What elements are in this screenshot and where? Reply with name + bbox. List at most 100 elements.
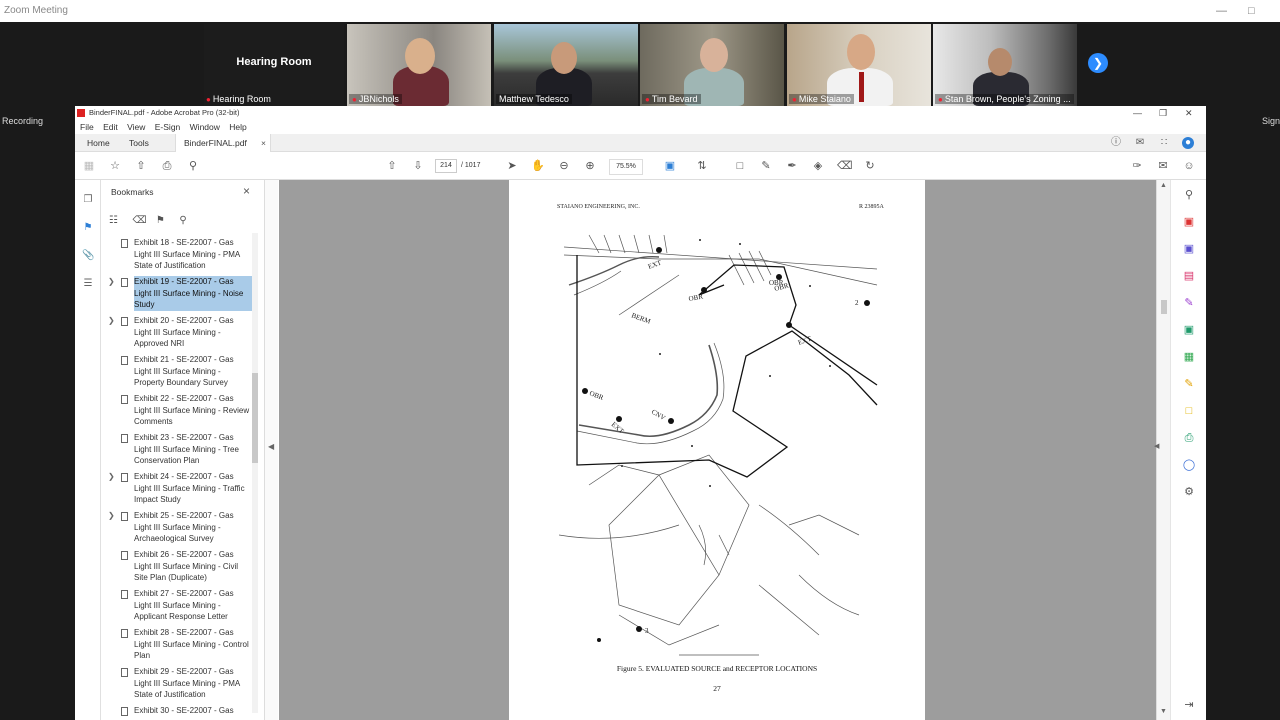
page-thumbnails-icon[interactable]: ❐ (82, 194, 94, 206)
delete-icon[interactable]: ⌫ (132, 215, 146, 226)
comment-icon[interactable]: □ (733, 159, 747, 173)
combine-files-icon[interactable]: ▣ (1182, 323, 1196, 337)
bookmark-item[interactable]: Exhibit 21 - SE-22007 - Gas Light III Su… (101, 354, 256, 393)
close-icon[interactable]: × (243, 184, 250, 198)
chevron-right-icon[interactable]: ❯ (108, 316, 115, 325)
select-cursor-icon[interactable]: ➤ (505, 159, 519, 173)
find-bookmark-icon[interactable]: ⚲ (179, 215, 193, 226)
close-tab-icon[interactable]: × (261, 134, 266, 152)
next-page-icon[interactable]: ⇩ (411, 159, 425, 173)
next-participants-button[interactable]: ❯ (1088, 53, 1108, 73)
bookmark-item[interactable]: Exhibit 28 - SE-22007 - Gas Light III Su… (101, 627, 256, 666)
scrollbar-thumb[interactable] (1161, 300, 1167, 314)
menu-help[interactable]: Help (229, 122, 246, 132)
bookmark-item[interactable]: ❯ Exhibit 19 - SE-22007 - Gas Light III S… (101, 276, 256, 315)
fit-page-icon[interactable]: ▣ (663, 159, 677, 173)
scrollbar-thumb[interactable] (252, 373, 258, 463)
collapse-arrow-icon[interactable]: ◀ (268, 442, 274, 451)
hearing-room-tile[interactable]: Hearing Room ● Hearing Room (204, 24, 344, 106)
scroll-up-icon[interactable]: ▲ (1160, 182, 1167, 189)
video-tile[interactable]: ● Tim Bevard (640, 24, 784, 106)
zoom-tool-icon[interactable]: ⚲ (1182, 188, 1196, 202)
bookmark-item[interactable]: ❯ Exhibit 24 - SE-22007 - Gas Light III S… (101, 471, 256, 510)
document-scrollbar[interactable]: ▲ ◀ ▼ (1154, 180, 1170, 720)
tab-tools[interactable]: Tools (121, 134, 157, 152)
comment-tool-icon[interactable]: □ (1182, 404, 1196, 418)
scan-ocr-icon[interactable]: ⎙ (1182, 431, 1196, 445)
highlight-pen-icon[interactable]: ✎ (759, 159, 773, 173)
menu-edit[interactable]: Edit (103, 122, 118, 132)
delete-icon[interactable]: ⌫ (837, 159, 853, 173)
document-viewer[interactable]: STAIANO ENGINEERING, INC. R 23895A EXT O… (279, 180, 1156, 720)
mail-icon[interactable]: ✉ (1156, 159, 1170, 173)
participant-name: Mike Staiano (798, 94, 851, 104)
close-icon[interactable]: ✕ (1185, 106, 1193, 120)
layers-icon[interactable]: ☰ (82, 278, 94, 290)
bookmark-item[interactable]: Exhibit 18 - SE-22007 - Gas Light III Su… (101, 237, 256, 276)
request-signature-icon[interactable]: ✎ (1182, 377, 1196, 391)
hand-tool-icon[interactable]: ✋ (531, 159, 545, 173)
video-tile[interactable]: ● JBNichols (347, 24, 491, 106)
video-tile[interactable]: ● Mike Staiano (787, 24, 931, 106)
menu-file[interactable]: File (80, 122, 94, 132)
zoom-in-icon[interactable]: ⊕ (583, 159, 597, 173)
menu-window[interactable]: Window (190, 122, 220, 132)
zoom-level-select[interactable]: 75.5% (609, 159, 643, 175)
collapse-rail-icon[interactable]: ⇥ (1182, 698, 1196, 712)
scroll-mode-icon[interactable]: ⇅ (695, 159, 709, 173)
expand-pane-icon[interactable]: ◀ (1154, 442, 1159, 450)
options-menu-icon[interactable]: ☷ (109, 215, 123, 226)
new-bookmark-icon[interactable]: ⚑ (156, 215, 170, 226)
share-user-icon[interactable]: ☺ (1182, 159, 1196, 173)
help-icon[interactable]: ⓘ (1110, 137, 1122, 149)
save-icon[interactable]: ▦ (82, 159, 96, 173)
bookmark-item[interactable]: Exhibit 22 - SE-22007 - Gas Light III Su… (101, 393, 256, 432)
bookmark-item[interactable]: Exhibit 29 - SE-22007 - Gas Light III Su… (101, 666, 256, 705)
menu-esign[interactable]: E-Sign (155, 122, 181, 132)
prev-page-icon[interactable]: ⇧ (385, 159, 399, 173)
bookmark-item[interactable]: Exhibit 30 - SE-22007 - Gas (101, 705, 256, 720)
print-icon[interactable]: ⎙ (160, 159, 174, 173)
chevron-right-icon[interactable]: ❯ (108, 472, 115, 481)
panel-splitter[interactable]: ◀ (264, 180, 278, 720)
edit-pdf-icon[interactable]: ✎ (1182, 296, 1196, 310)
protect-shield-icon[interactable]: ◯ (1182, 458, 1196, 472)
create-pdf-icon[interactable]: ▣ (1182, 242, 1196, 256)
bookmark-item[interactable]: ❯ Exhibit 25 - SE-22007 - Gas Light III S… (101, 510, 256, 549)
tab-document[interactable]: BinderFINAL.pdf × (175, 134, 271, 152)
scroll-down-icon[interactable]: ▼ (1160, 708, 1167, 715)
star-icon[interactable]: ☆ (108, 159, 122, 173)
bookmark-item[interactable]: ❯ Exhibit 20 - SE-22007 - Gas Light III S… (101, 315, 256, 354)
video-tile[interactable]: Matthew Tedesco (494, 24, 638, 106)
maximize-icon[interactable]: □ (1248, 0, 1255, 22)
bell-icon[interactable]: ✉ (1134, 137, 1146, 149)
menu-view[interactable]: View (127, 122, 145, 132)
chevron-right-icon[interactable]: ❯ (108, 511, 115, 520)
bookmark-icon[interactable]: ⚑ (82, 222, 94, 234)
upload-icon[interactable]: ⇧ (134, 159, 148, 173)
bookmark-item[interactable]: Exhibit 26 - SE-22007 - Gas Light III Su… (101, 549, 256, 588)
chevron-right-icon[interactable]: ❯ (108, 277, 115, 286)
apps-grid-icon[interactable]: ∷ (1158, 137, 1170, 149)
attachment-icon[interactable]: 📎 (82, 250, 94, 262)
more-tools-wrench-icon[interactable]: ⚙ (1182, 485, 1196, 499)
sign-pen-icon[interactable]: ✒ (785, 159, 799, 173)
minimize-icon[interactable]: — (1216, 0, 1227, 22)
tab-home[interactable]: Home (79, 134, 118, 152)
account-icon[interactable]: ● (1182, 137, 1194, 149)
page-number-input[interactable]: 214 (435, 159, 457, 173)
search-icon[interactable]: ⚲ (186, 159, 200, 173)
export-pdf-icon[interactable]: ▣ (1182, 215, 1196, 229)
bookmark-item[interactable]: Exhibit 23 - SE-22007 - Gas Light III Su… (101, 432, 256, 471)
rotate-icon[interactable]: ↻ (863, 159, 877, 173)
stamp-icon[interactable]: ◈ (811, 159, 825, 173)
organize-pages-icon[interactable]: ▤ (1182, 269, 1196, 283)
fill-sign-icon[interactable]: ✑ (1130, 159, 1144, 173)
minimize-icon[interactable]: — (1133, 106, 1142, 120)
bookmark-item[interactable]: Exhibit 27 - SE-22007 - Gas Light III Su… (101, 588, 256, 627)
video-tile[interactable]: ● Stan Brown, People's Zoning ... (933, 24, 1077, 106)
bookmarks-scrollbar[interactable] (252, 233, 258, 713)
spreadsheet-icon[interactable]: ▦ (1182, 350, 1196, 364)
zoom-out-icon[interactable]: ⊖ (557, 159, 571, 173)
restore-icon[interactable]: ❐ (1159, 106, 1167, 120)
